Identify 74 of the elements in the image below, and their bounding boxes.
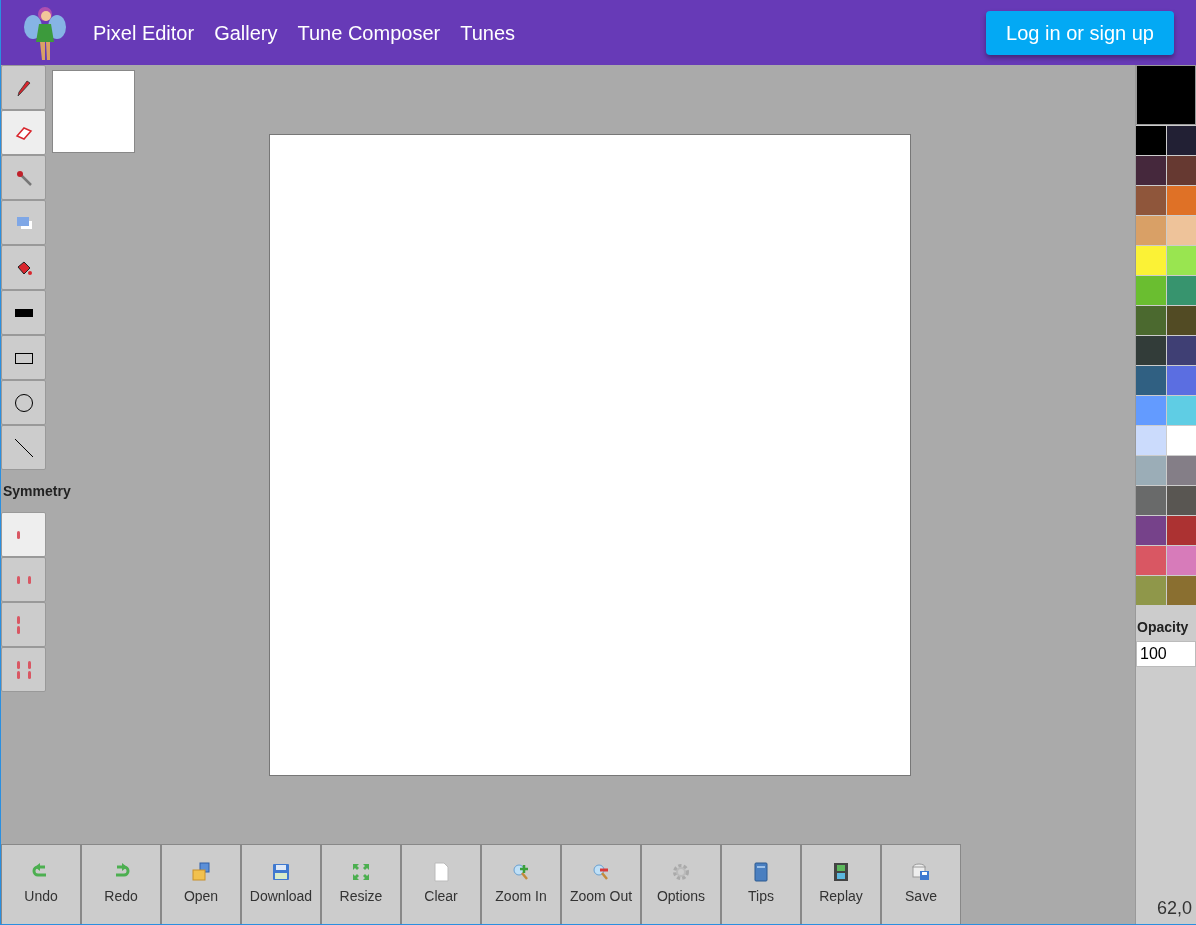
color-swatch[interactable] xyxy=(1166,276,1196,305)
color-swatch[interactable] xyxy=(1136,186,1166,215)
symmetry-marks-icon xyxy=(17,530,20,539)
color-swatch[interactable] xyxy=(1166,366,1196,395)
toolbar-button[interactable]: Replay xyxy=(801,844,881,924)
disk-save-icon xyxy=(911,862,931,882)
color-swatch[interactable] xyxy=(1136,396,1166,425)
color-swatch[interactable] xyxy=(1136,306,1166,335)
opacity-label: Opacity xyxy=(1136,618,1190,637)
color-swatch[interactable] xyxy=(1136,486,1166,515)
symmetry-label: Symmetry xyxy=(3,483,71,499)
film-strip-icon xyxy=(831,862,851,882)
symmetry-marks-icon xyxy=(17,615,20,634)
color-swatch[interactable] xyxy=(1166,156,1196,185)
color-swatch[interactable] xyxy=(1136,546,1166,575)
folder-icon xyxy=(191,862,211,882)
color-swatch[interactable] xyxy=(1166,456,1196,485)
tool-button[interactable] xyxy=(1,335,46,380)
blank-page-icon xyxy=(431,862,451,882)
expand-arrows-icon xyxy=(351,862,371,882)
symmetry-marks-icon xyxy=(16,660,31,679)
color-swatch[interactable] xyxy=(1166,186,1196,215)
color-swatch[interactable] xyxy=(1136,366,1166,395)
cursor-position: 62,0 xyxy=(1155,897,1193,920)
color-swatch[interactable] xyxy=(1166,516,1196,545)
color-swatch[interactable] xyxy=(1166,396,1196,425)
color-swatch[interactable] xyxy=(1136,576,1166,605)
color-swatch[interactable] xyxy=(1136,336,1166,365)
color-swatch[interactable] xyxy=(1166,246,1196,275)
color-swatch[interactable] xyxy=(1136,126,1166,155)
book-icon xyxy=(751,862,771,882)
zoom-out-icon xyxy=(591,862,611,882)
color-swatch[interactable] xyxy=(1136,426,1166,455)
color-swatch[interactable] xyxy=(1136,516,1166,545)
toolbar-button[interactable]: Download xyxy=(241,844,321,924)
color-swatch[interactable] xyxy=(1166,576,1196,605)
circle-outline-icon xyxy=(13,392,34,413)
color-swatch[interactable] xyxy=(1166,546,1196,575)
symmetry-button[interactable] xyxy=(1,647,46,692)
color-swatch[interactable] xyxy=(1166,306,1196,335)
color-swatch[interactable] xyxy=(1166,126,1196,155)
toolbar-button[interactable]: Undo xyxy=(1,844,81,924)
zoom-in-icon xyxy=(511,862,531,882)
color-swatch[interactable] xyxy=(1136,156,1166,185)
opacity-input[interactable]: 100 xyxy=(1136,641,1196,667)
nav-link[interactable]: Pixel Editor xyxy=(93,17,195,48)
symmetry-button[interactable] xyxy=(1,512,46,557)
symmetry-marks-icon xyxy=(16,575,31,584)
color-swatch[interactable] xyxy=(1166,336,1196,365)
tool-button[interactable] xyxy=(1,290,46,335)
color-swatch[interactable] xyxy=(1166,216,1196,245)
toolbar-button[interactable]: Zoom Out xyxy=(561,844,641,924)
line-icon xyxy=(13,437,34,458)
symmetry-button[interactable] xyxy=(1,602,46,647)
toolbar-button[interactable]: Resize xyxy=(321,844,401,924)
color-swatch[interactable] xyxy=(1136,456,1166,485)
toolbar-button[interactable]: Open xyxy=(161,844,241,924)
drawing-canvas[interactable] xyxy=(269,134,911,776)
toolbar-button[interactable]: Zoom In xyxy=(481,844,561,924)
color-swatch[interactable] xyxy=(1136,216,1166,245)
color-swatch[interactable] xyxy=(1166,486,1196,515)
gear-icon xyxy=(671,862,691,882)
color-swatch[interactable] xyxy=(1166,426,1196,455)
nav-link[interactable]: Tune Composer xyxy=(297,17,441,48)
nav-link[interactable]: Tunes xyxy=(460,17,515,48)
toolbar-button[interactable]: Clear xyxy=(401,844,481,924)
nav-link[interactable]: Gallery xyxy=(214,17,278,48)
color-swatch[interactable] xyxy=(1136,276,1166,305)
toolbar-button[interactable]: Redo xyxy=(81,844,161,924)
toolbar-button[interactable]: Options xyxy=(641,844,721,924)
color-swatch[interactable] xyxy=(1136,246,1166,275)
toolbar-button[interactable]: Save xyxy=(881,844,961,924)
symmetry-button[interactable] xyxy=(1,557,46,602)
toolbar-button[interactable]: Tips xyxy=(721,844,801,924)
